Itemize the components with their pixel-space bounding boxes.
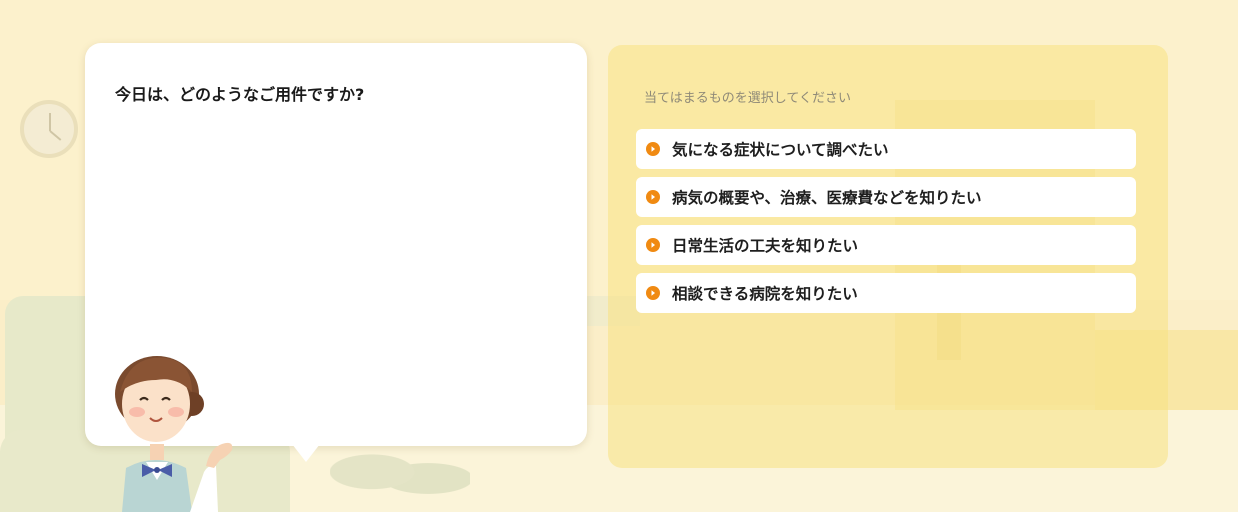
option-label: 病気の概要や、治療、医療費などを知りたい <box>672 189 982 207</box>
option-label: 相談できる病院を知りたい <box>672 285 858 303</box>
options-hint-text: 当てはまるものを選択してください <box>644 91 851 106</box>
option-find-hospital-button[interactable]: 相談できる病院を知りたい <box>636 273 1136 313</box>
background-plant <box>330 445 470 512</box>
chevron-right-circle-icon <box>646 238 660 252</box>
speech-bubble-tail <box>292 444 320 462</box>
chevron-right-circle-icon <box>646 286 660 300</box>
option-label: 気になる症状について調べたい <box>672 141 889 159</box>
chevron-right-circle-icon <box>646 142 660 156</box>
option-label: 日常生活の工夫を知りたい <box>672 237 859 255</box>
option-daily-life-tips-button[interactable]: 日常生活の工夫を知りたい <box>636 225 1136 265</box>
option-disease-overview-button[interactable]: 病気の概要や、治療、医療費などを知りたい <box>636 177 1136 217</box>
receptionist-character-illustration <box>115 356 233 512</box>
chevron-right-circle-icon <box>646 190 660 204</box>
question-text: 今日は、どのようなご用件ですか? <box>115 85 365 104</box>
options-list: 気になる症状について調べたい 病気の概要や、治療、医療費などを知りたい 日常生活… <box>636 129 1136 321</box>
option-symptoms-button[interactable]: 気になる症状について調べたい <box>636 129 1136 169</box>
wall-clock-icon <box>20 100 78 158</box>
options-panel: 当てはまるものを選択してください 気になる症状について調べたい 病気の概要や、治… <box>608 45 1168 468</box>
